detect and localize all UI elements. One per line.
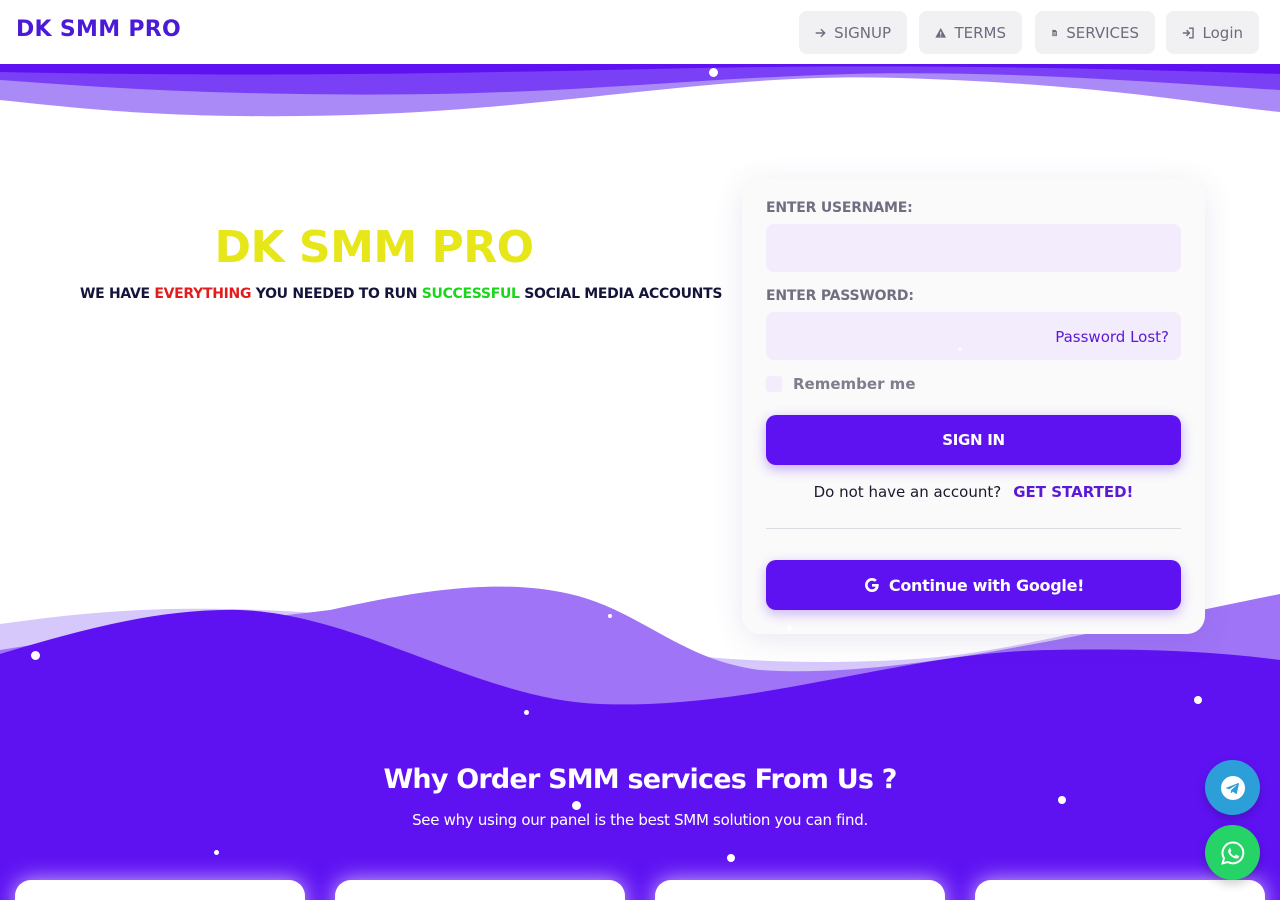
remember-me-label[interactable]: Remember me	[793, 375, 916, 393]
tagline-part-1: WE HAVE	[80, 286, 155, 302]
tagline-part-3: SOCIAL MEDIA ACCOUNTS	[519, 286, 723, 302]
nav-terms-button[interactable]: TERMS	[919, 11, 1022, 54]
telegram-icon	[1220, 775, 1245, 800]
particle-dot	[31, 651, 40, 660]
no-account-text: Do not have an account?	[813, 483, 1002, 501]
username-label: ENTER USERNAME:	[766, 200, 913, 216]
top-wave-decoration	[0, 64, 1280, 117]
feature-card	[15, 880, 305, 900]
tagline-part-2: YOU NEEDED TO RUN	[251, 286, 422, 302]
arrow-right-icon	[815, 28, 826, 37]
google-button-label: Continue with Google!	[888, 575, 1085, 595]
whatsapp-button[interactable]	[1205, 825, 1260, 880]
particle-dot	[1194, 696, 1202, 704]
feature-card	[335, 880, 625, 900]
why-section-title: Why Order SMM services From Us ?	[383, 764, 897, 795]
particle-dot	[958, 347, 962, 351]
hero-tagline: WE HAVE EVERYTHING YOU NEEDED TO RUN SUC…	[80, 286, 722, 302]
nav-login-button[interactable]: Login	[1166, 11, 1259, 54]
why-section-subtitle: See why using our panel is the best SMM …	[412, 811, 868, 829]
username-input[interactable]	[766, 224, 1181, 272]
particle-dot	[608, 614, 612, 618]
nav-signup-button[interactable]: SIGNUP	[799, 11, 907, 54]
document-icon	[1052, 29, 1057, 36]
warning-icon	[935, 27, 947, 38]
password-label: ENTER PASSWORD:	[766, 288, 914, 304]
nav-terms-label: TERMS	[954, 23, 1006, 42]
navbar: DK SMM PRO SIGNUP TERMS SERVICES Login	[0, 0, 1280, 64]
google-icon	[864, 578, 879, 592]
particle-dot	[787, 626, 792, 631]
particle-dot	[709, 68, 718, 77]
tagline-highlight-everything: EVERYTHING	[154, 286, 252, 302]
sign-in-icon	[1182, 27, 1194, 38]
nav-signup-label: SIGNUP	[834, 23, 891, 42]
google-signin-button[interactable]: Continue with Google!	[766, 560, 1181, 610]
get-started-link[interactable]: GET STARTED!	[1013, 483, 1133, 501]
particle-dot	[214, 850, 219, 855]
nav-services-label: SERVICES	[1066, 23, 1139, 42]
hero-title: DK SMM PRO	[214, 222, 534, 273]
whatsapp-icon	[1220, 840, 1244, 865]
telegram-button[interactable]	[1205, 760, 1260, 815]
particle-dot	[727, 854, 735, 862]
remember-me-checkbox[interactable]	[766, 376, 782, 392]
particle-dot	[524, 710, 529, 715]
feature-card	[975, 880, 1265, 900]
feature-card	[655, 880, 945, 900]
tagline-highlight-successful: SUCCESSFUL	[421, 286, 520, 302]
signup-prompt: Do not have an account? GET STARTED!	[766, 483, 1181, 501]
sign-in-button[interactable]: SIGN IN	[766, 415, 1181, 465]
particle-dot	[1058, 796, 1066, 804]
brand-logo[interactable]: DK SMM PRO	[16, 17, 181, 42]
nav-login-label: Login	[1202, 23, 1243, 42]
nav-services-button[interactable]: SERVICES	[1035, 11, 1155, 54]
password-lost-link[interactable]: Password Lost?	[1055, 328, 1169, 346]
divider	[766, 528, 1181, 529]
particle-dot	[572, 801, 581, 810]
login-card: ENTER USERNAME: ENTER PASSWORD: Password…	[742, 178, 1205, 634]
